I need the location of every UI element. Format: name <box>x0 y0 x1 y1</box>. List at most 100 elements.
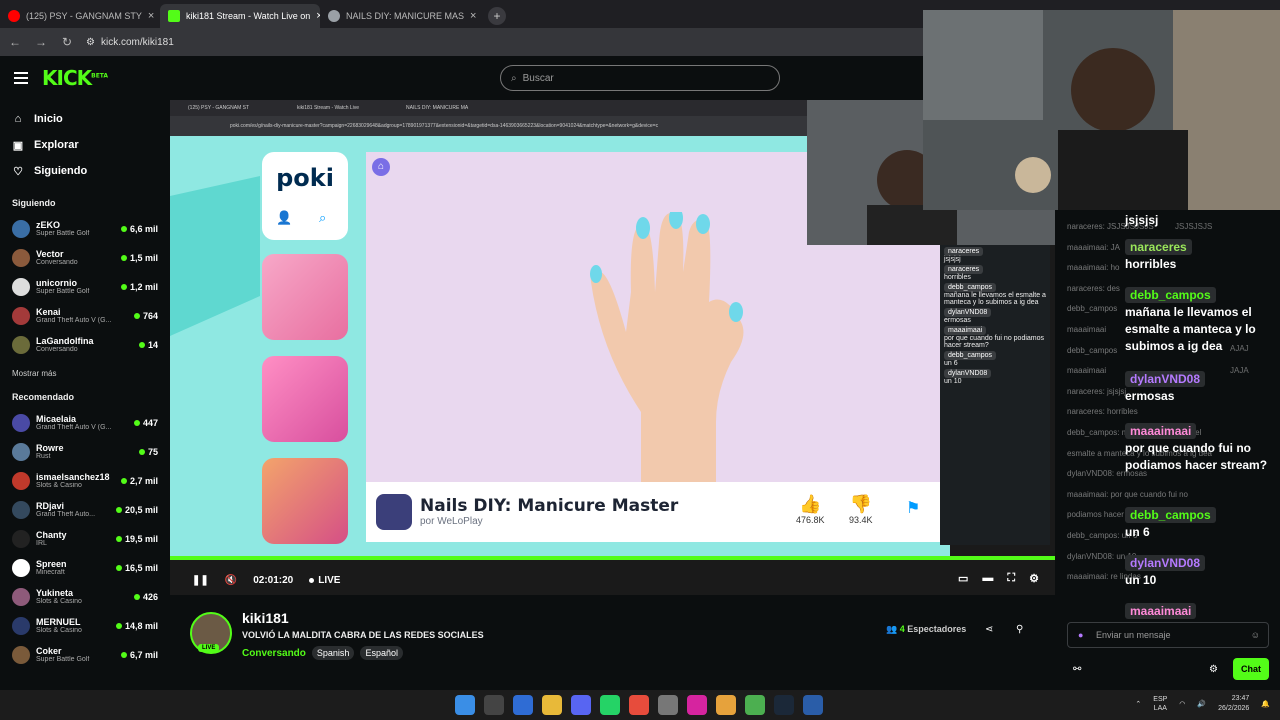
chat-username[interactable]: naraceres <box>1125 239 1192 255</box>
forward-icon[interactable]: → <box>34 35 48 49</box>
chat-background-line: maaaimaai <box>1067 366 1107 376</box>
gear-icon[interactable] <box>658 695 678 715</box>
chat-username[interactable]: maaaimaai <box>1125 603 1197 619</box>
captured-chat-text: un 10 <box>944 378 962 385</box>
channel-item[interactable]: Rowre Rust 75 <box>0 437 170 466</box>
send-chat-button[interactable]: Chat <box>1233 658 1269 680</box>
tab-poki[interactable]: NAILS DIY: MANICURE MAS × <box>320 4 480 28</box>
wifi-icon[interactable]: ◠ <box>1179 700 1185 708</box>
shield-icon[interactable] <box>513 695 533 715</box>
chat-username[interactable]: debb_campos <box>1125 287 1216 303</box>
back-icon[interactable]: ← <box>8 35 22 49</box>
channel-item[interactable]: ismaelsanchez18 Slots & Casino 2,7 mil <box>0 466 170 495</box>
search-icon[interactable] <box>484 695 504 715</box>
search-input[interactable]: ⌕ Buscar <box>500 65 780 91</box>
sidebar-item-explorar[interactable]: ▣ Explorar <box>0 132 170 158</box>
captured-tab: NAILS DIY: MANICURE MA <box>406 105 469 111</box>
new-tab-button[interactable]: + <box>488 7 506 25</box>
captured-chat-text: mañana le llevamos el esmalte a manteca … <box>944 292 1046 306</box>
channel-item[interactable]: Coker Super Battle Golf 6,7 mil <box>0 640 170 669</box>
chat-input[interactable]: ● Enviar un mensaje ☺ <box>1067 622 1269 648</box>
follow-icon[interactable]: ⚲ <box>1016 624 1023 635</box>
channel-item[interactable]: Kenai Grand Theft Auto V (G... 764 <box>0 301 170 330</box>
chat-username[interactable]: dylanVND08 <box>1125 371 1206 387</box>
volume-icon[interactable]: 🔊 <box>1197 700 1206 708</box>
people-icon[interactable]: ⚯ <box>1073 664 1081 675</box>
language-indicator[interactable]: ESP LAA <box>1153 695 1167 713</box>
avatar <box>12 219 30 238</box>
channel-item[interactable]: Micaelaia Grand Theft Auto V (G... 447 <box>0 408 170 437</box>
chrome-icon[interactable] <box>629 695 649 715</box>
mute-icon[interactable]: 🔇 <box>225 575 237 586</box>
tag-espanol[interactable]: Español <box>360 646 403 660</box>
sidebar-item-siguiendo[interactable]: ♡ Siguiendo <box>0 158 170 184</box>
captured-tab: (125) PSY - GANGNAM ST <box>188 105 250 111</box>
theater-icon[interactable]: ▬ <box>982 572 993 585</box>
dislike-button[interactable]: 👎 93.4K <box>849 494 873 525</box>
reload-icon[interactable]: ↻ <box>60 35 74 49</box>
compass-icon: ▣ <box>12 139 24 152</box>
channel-item[interactable]: Spreen Minecraft 16,5 mil <box>0 553 170 582</box>
share-icon[interactable]: ⋖ <box>985 624 993 635</box>
live-dot-icon <box>120 477 127 484</box>
instagram-icon[interactable] <box>687 695 707 715</box>
pip-icon[interactable]: ▭ <box>958 572 968 585</box>
viewer-count: 19,5 mil <box>115 534 158 544</box>
kick-logo[interactable]: KICKBETA <box>42 66 108 90</box>
chat-username[interactable]: maaaimaai <box>1125 423 1197 439</box>
security-icon[interactable] <box>803 695 823 715</box>
channel-item[interactable]: Yukineta Slots & Casino 426 <box>0 582 170 611</box>
folder-icon[interactable] <box>542 695 562 715</box>
channel-item[interactable]: unicornio Super Battle Golf 1,2 mil <box>0 272 170 301</box>
fullscreen-icon[interactable]: ⛶ <box>1007 572 1015 585</box>
channel-item[interactable]: RDjavi Grand Theft Auto... 20,5 mil <box>0 495 170 524</box>
close-icon[interactable]: × <box>148 10 154 22</box>
tag-spanish[interactable]: Spanish <box>311 646 355 660</box>
channel-name: Yukineta <box>36 588 74 598</box>
notification-icon[interactable]: 🔔 <box>1261 700 1270 708</box>
time-text: 23:47 <box>1231 695 1250 702</box>
progress-bar[interactable] <box>170 556 1055 560</box>
channel-item[interactable]: Vector Conversando 1,5 mil <box>0 243 170 272</box>
viewers-number: 4 <box>899 624 905 634</box>
browser-icon[interactable] <box>745 695 765 715</box>
show-more-link[interactable]: Mostrar más <box>0 369 170 378</box>
site-info-icon[interactable]: ⚙ <box>86 37 95 48</box>
category-link[interactable]: Conversando <box>242 648 306 659</box>
channel-item[interactable]: Chanty IRL 19,5 mil <box>0 524 170 553</box>
chat-username[interactable]: debb_campos <box>1125 507 1216 523</box>
pause-icon[interactable]: ❚❚ <box>192 575 209 586</box>
sidebar-item-inicio[interactable]: ⌂ Inicio <box>0 106 170 132</box>
start-icon[interactable] <box>455 695 475 715</box>
app-icon[interactable] <box>716 695 736 715</box>
streamer-name[interactable]: kiki181 <box>242 610 289 626</box>
settings-icon[interactable]: ⚙ <box>1029 572 1039 585</box>
globe-icon <box>328 10 340 22</box>
menu-icon[interactable] <box>14 72 28 84</box>
discord-icon[interactable] <box>571 695 591 715</box>
nav-label: Siguiendo <box>34 165 88 177</box>
steam-icon[interactable] <box>774 695 794 715</box>
settings-icon[interactable]: ⚙ <box>1209 664 1218 675</box>
tab-kick[interactable]: kiki181 Stream - Watch Live on × <box>160 4 320 28</box>
hand-illustration <box>590 212 744 482</box>
tab-youtube[interactable]: (125) PSY - GANGNAM STY × <box>0 4 160 28</box>
game-title: Nails DIY: Manicure Master <box>420 496 679 516</box>
channel-info: RDjavi Grand Theft Auto... <box>36 501 116 518</box>
viewer-count: 447 <box>133 418 158 428</box>
avatar <box>12 277 30 296</box>
like-button[interactable]: 👍 476.8K <box>796 494 825 525</box>
channel-item[interactable]: MERNUEL Slots & Casino 14,8 mil <box>0 611 170 640</box>
flag-icon[interactable]: ⚑ <box>906 498 920 518</box>
channel-item[interactable]: LaGandolfina Conversando 14 <box>0 330 170 359</box>
home-icon[interactable]: ⌂ <box>372 158 390 176</box>
chat-username[interactable]: dylanVND08 <box>1125 555 1206 571</box>
chevron-up-icon[interactable]: ⌃ <box>1135 700 1141 708</box>
whatsapp-icon[interactable] <box>600 695 620 715</box>
chat-message: maaaimaai por que cuando fui no podiamos … <box>1125 422 1275 474</box>
emoji-icon[interactable]: ☺ <box>1251 630 1260 640</box>
close-icon[interactable]: × <box>470 10 476 22</box>
clock[interactable]: 23:47 26/2/2026 <box>1218 694 1249 714</box>
channel-item[interactable]: zEKO Super Battle Golf 6,6 mil <box>0 214 170 243</box>
url-field[interactable]: ⚙ kick.com/kiki181 <box>86 37 174 48</box>
